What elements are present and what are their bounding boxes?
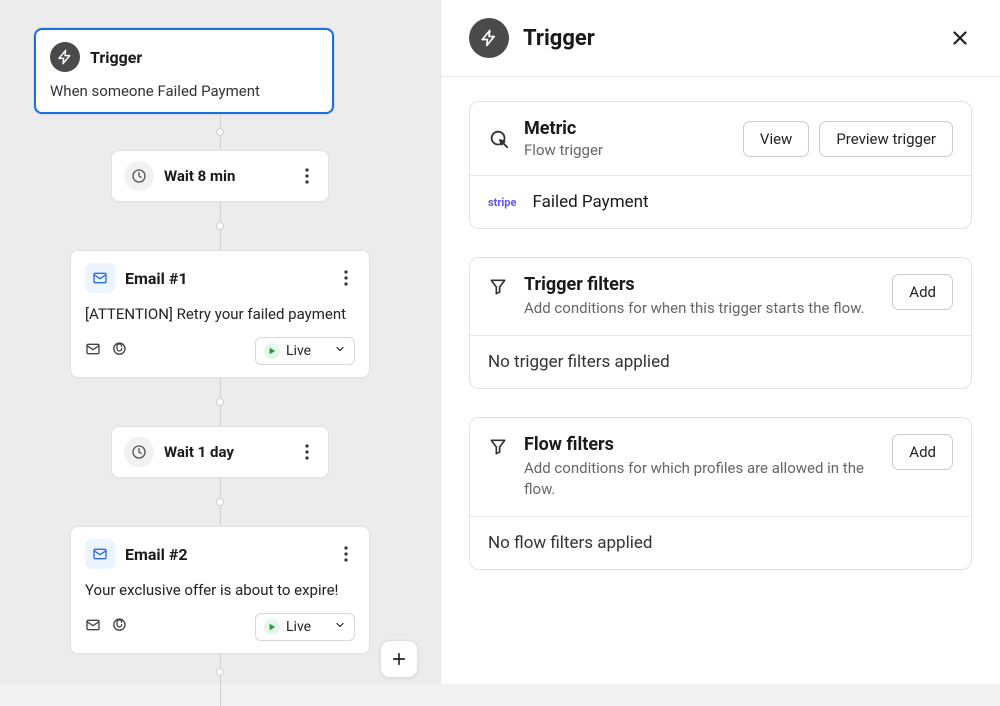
email-subject: Your exclusive offer is about to expire!: [85, 581, 355, 599]
connector: [216, 378, 224, 426]
wait-node[interactable]: Wait 8 min: [111, 150, 329, 202]
status-dropdown[interactable]: Live: [255, 337, 355, 365]
trigger-filters-title: Trigger filters: [524, 274, 865, 295]
trigger-filters-desc: Add conditions for when this trigger sta…: [524, 298, 865, 319]
play-icon: [264, 619, 280, 635]
add-trigger-filter-button[interactable]: Add: [892, 274, 953, 310]
metric-event: Failed Payment: [532, 192, 648, 212]
cursor-icon: [488, 128, 510, 150]
more-icon[interactable]: [337, 546, 355, 562]
wait-node[interactable]: Wait 1 day: [111, 426, 329, 478]
attachment-icon: [111, 341, 127, 361]
play-icon: [264, 343, 280, 359]
side-panel: Trigger Metric Flow trigger View: [440, 0, 1000, 684]
chevron-down-icon: [334, 619, 346, 635]
status-dropdown[interactable]: Live: [255, 613, 355, 641]
wait-label: Wait 8 min: [164, 167, 235, 185]
flow-filters-empty: No flow filters applied: [488, 533, 953, 553]
clock-icon: [124, 437, 154, 467]
connector: [216, 202, 224, 250]
metric-section: Metric Flow trigger View Preview trigger…: [469, 101, 972, 229]
email-subject: [ATTENTION] Retry your failed payment: [85, 305, 355, 323]
status-label: Live: [286, 343, 311, 359]
flow-filters-desc: Add conditions for which profiles are al…: [524, 458, 874, 500]
mail-icon: [85, 539, 115, 569]
flow-canvas[interactable]: Trigger When someone Failed Payment Wait…: [0, 0, 440, 684]
trigger-filters-section: Trigger filters Add conditions for when …: [469, 257, 972, 389]
chevron-down-icon: [334, 343, 346, 359]
panel-title: Trigger: [523, 26, 595, 51]
trigger-title: Trigger: [90, 48, 142, 67]
trigger-description: When someone Failed Payment: [50, 82, 318, 100]
email-title: Email #1: [125, 269, 188, 288]
filter-icon: [488, 277, 510, 299]
metric-subtitle: Flow trigger: [524, 141, 603, 159]
stripe-logo: stripe: [488, 196, 516, 209]
add-step-button[interactable]: [380, 640, 418, 678]
mail-icon: [85, 263, 115, 293]
flow-filters-section: Flow filters Add conditions for which pr…: [469, 417, 972, 570]
bolt-icon: [50, 42, 80, 72]
connector: [216, 654, 224, 706]
clock-icon: [124, 161, 154, 191]
add-flow-filter-button[interactable]: Add: [892, 434, 953, 470]
bolt-icon: [469, 18, 509, 58]
mail-small-icon: [85, 617, 101, 637]
flow-filters-title: Flow filters: [524, 434, 874, 455]
email-node[interactable]: Email #1 [ATTENTION] Retry your failed p…: [70, 250, 370, 378]
trigger-filters-empty: No trigger filters applied: [488, 352, 953, 372]
close-button[interactable]: [948, 26, 972, 50]
email-node[interactable]: Email #2 Your exclusive offer is about t…: [70, 526, 370, 654]
connector: [216, 478, 224, 526]
trigger-node[interactable]: Trigger When someone Failed Payment: [34, 28, 334, 114]
preview-trigger-button[interactable]: Preview trigger: [819, 121, 953, 157]
more-icon[interactable]: [337, 270, 355, 286]
email-title: Email #2: [125, 545, 188, 564]
connector: [216, 114, 224, 150]
metric-title: Metric: [524, 118, 603, 139]
mail-small-icon: [85, 341, 101, 361]
view-button[interactable]: View: [743, 121, 809, 157]
more-icon[interactable]: [298, 444, 316, 460]
wait-label: Wait 1 day: [164, 443, 234, 461]
attachment-icon: [111, 617, 127, 637]
filter-icon: [488, 437, 510, 459]
status-label: Live: [286, 619, 311, 635]
more-icon[interactable]: [298, 168, 316, 184]
